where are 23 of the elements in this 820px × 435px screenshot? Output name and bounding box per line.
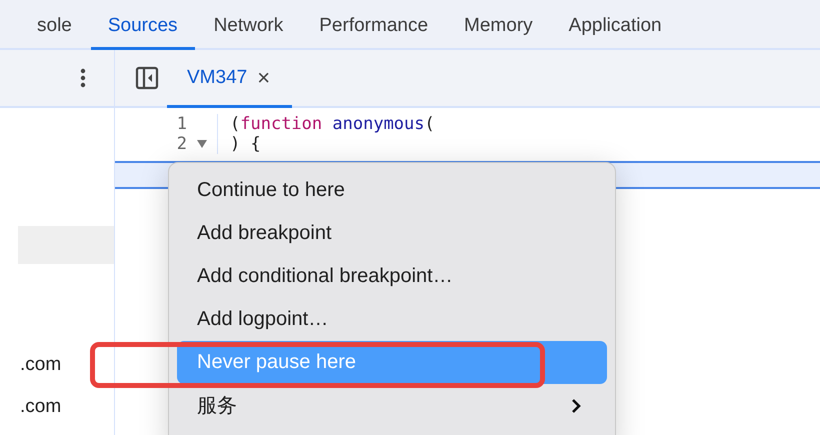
- file-tab[interactable]: VM347 ×: [167, 50, 292, 108]
- close-button[interactable]: ×: [257, 64, 270, 90]
- menu-item[interactable]: Add breakpoint: [177, 212, 607, 255]
- chevron-right-icon: [571, 398, 581, 414]
- panel-tab[interactable]: Application: [552, 0, 679, 50]
- menu-item[interactable]: Add logpoint…: [177, 298, 607, 341]
- code-line: (function anonymous(: [230, 114, 435, 134]
- panel-tab[interactable]: Performance: [302, 0, 446, 50]
- line-number: 2: [176, 134, 187, 154]
- sidebar-toggle-icon[interactable]: [135, 66, 159, 90]
- menu-item[interactable]: Add conditional breakpoint…: [177, 255, 607, 298]
- more-options-icon[interactable]: [80, 68, 86, 88]
- panel-tab[interactable]: Network: [196, 0, 300, 50]
- code-line: ) {: [230, 134, 261, 154]
- menu-item[interactable]: Continue to here: [177, 169, 607, 212]
- fold-triangle-icon[interactable]: [197, 140, 207, 148]
- panel-tab[interactable]: Memory: [447, 0, 550, 50]
- file-tree-item[interactable]: .com: [0, 344, 114, 386]
- panel-tab[interactable]: sole: [20, 0, 89, 50]
- menu-item[interactable]: 服务: [177, 384, 607, 427]
- file-name: VM347: [187, 66, 248, 88]
- line-number: 1: [176, 114, 187, 134]
- file-tree-item[interactable]: .com: [0, 386, 114, 428]
